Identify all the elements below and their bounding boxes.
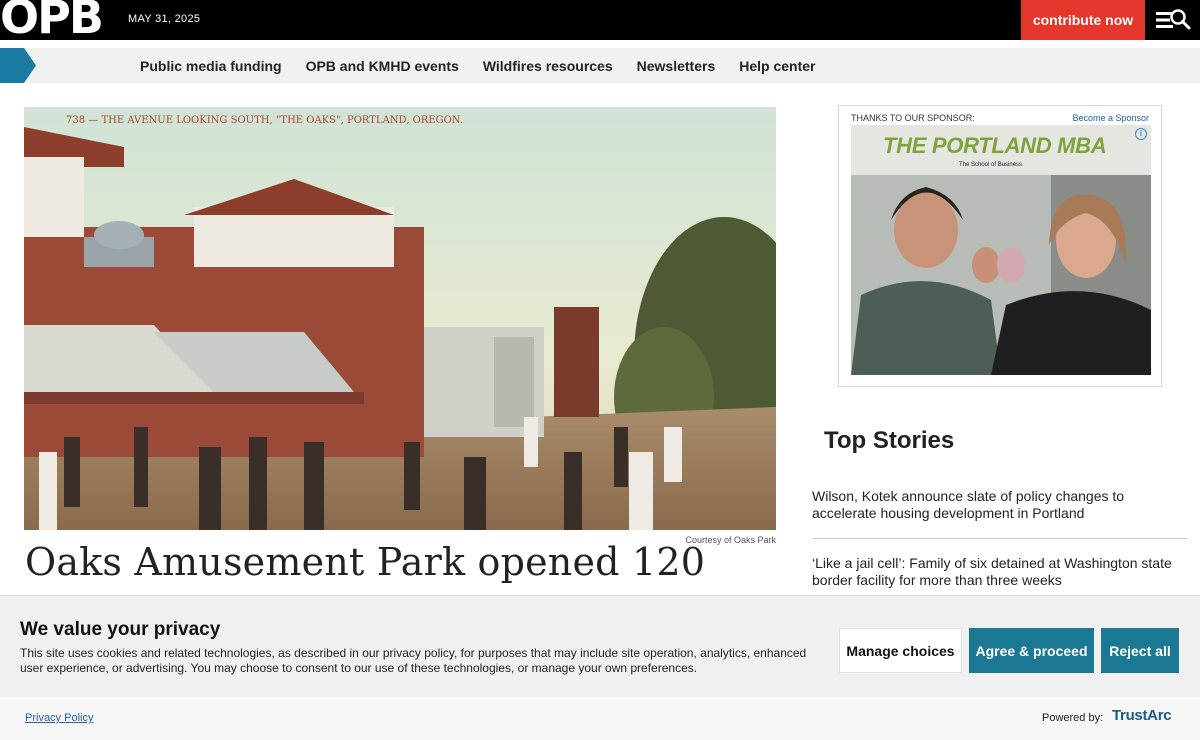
- oaks-park-postcard: 738 — THE AVENUE LOOKING SOUTH, "THE OAK…: [24, 107, 776, 530]
- become-sponsor-link[interactable]: Become a Sponsor: [1072, 113, 1149, 123]
- nav-item-wildfires[interactable]: Wildfires resources: [483, 58, 613, 74]
- consent-text: This site uses cookies and related techn…: [20, 646, 807, 675]
- ad-subtitle: The School of Business: [959, 162, 1023, 168]
- sponsor-label: THANKS TO OUR SPONSOR:: [851, 113, 975, 123]
- story-divider: [812, 538, 1188, 539]
- agree-proceed-button[interactable]: Agree & proceed: [969, 628, 1094, 673]
- top-stories-heading: Top Stories: [824, 427, 955, 454]
- nav-item-help-center[interactable]: Help center: [739, 58, 815, 74]
- menu-search-button[interactable]: [1150, 6, 1194, 34]
- ad-info-icon[interactable]: i: [1135, 128, 1147, 140]
- article-headline[interactable]: Oaks Amusement Park opened 120: [25, 540, 705, 584]
- section-nav: Public media funding OPB and KMHD events…: [0, 48, 1200, 83]
- nav-item-events[interactable]: OPB and KMHD events: [306, 58, 459, 74]
- consent-footer: Privacy Policy Powered by: TrustArc: [0, 697, 1200, 740]
- consent-title: We value your privacy: [20, 619, 221, 640]
- ad-title: THE PORTLAND MBA: [883, 133, 1107, 158]
- top-bar: OPB MAY 31, 2025 contribute now: [0, 0, 1200, 40]
- top-story-link[interactable]: ‘Like a jail cell’: Family of six detain…: [812, 555, 1188, 589]
- nav-item-newsletters[interactable]: Newsletters: [637, 58, 716, 74]
- nav-arrow-icon[interactable]: [0, 48, 36, 83]
- manage-choices-button[interactable]: Manage choices: [839, 628, 962, 673]
- hero-image[interactable]: 738 — THE AVENUE LOOKING SOUTH, "THE OAK…: [24, 107, 776, 530]
- reject-all-button[interactable]: Reject all: [1101, 628, 1179, 673]
- privacy-policy-link[interactable]: Privacy Policy: [25, 712, 93, 724]
- top-story-link[interactable]: Wilson, Kotek announce slate of policy c…: [812, 488, 1188, 522]
- menu-search-icon: [1156, 9, 1191, 30]
- postcard-caption: 738 — THE AVENUE LOOKING SOUTH, "THE OAK…: [66, 115, 463, 126]
- opb-logo[interactable]: OPB: [0, 0, 104, 40]
- current-date: MAY 31, 2025: [128, 13, 201, 25]
- trustarc-logo[interactable]: TrustArc: [1112, 707, 1172, 724]
- privacy-consent-banner: We value your privacy This site uses coo…: [0, 595, 1200, 697]
- sponsor-box: THANKS TO OUR SPONSOR: Become a Sponsor …: [838, 105, 1162, 387]
- nav-item-public-media-funding[interactable]: Public media funding: [140, 58, 282, 74]
- contribute-button[interactable]: contribute now: [1021, 0, 1145, 40]
- sponsor-ad[interactable]: THE PORTLAND MBA The School of Business …: [851, 125, 1151, 375]
- powered-by-label: Powered by:: [1042, 712, 1104, 724]
